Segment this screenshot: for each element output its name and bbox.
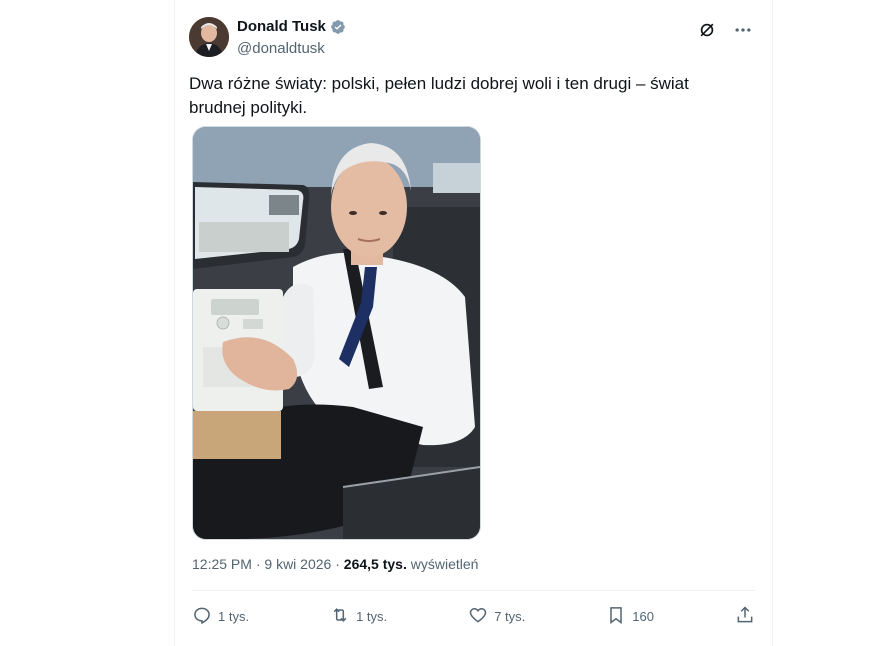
share-icon bbox=[735, 605, 755, 628]
bookmark-button[interactable]: 160 bbox=[606, 605, 654, 628]
like-count: 7 tys. bbox=[494, 608, 526, 624]
meta-separator: · bbox=[331, 556, 344, 572]
repost-count: 1 tys. bbox=[356, 608, 388, 624]
more-icon[interactable] bbox=[732, 19, 754, 41]
reply-icon bbox=[192, 605, 212, 628]
tweet-top-actions bbox=[696, 19, 754, 41]
tweet-text: Dwa różne światy: polski, pełen ludzi do… bbox=[189, 74, 689, 117]
meta-separator: · bbox=[251, 556, 265, 572]
author-handle[interactable]: @donaldtusk bbox=[237, 40, 325, 57]
verified-badge-icon[interactable] bbox=[330, 19, 346, 35]
tweet-actions: 1 tys. 1 tys. 7 tys. 160 bbox=[192, 602, 755, 630]
repost-icon bbox=[330, 605, 350, 628]
bookmark-icon bbox=[606, 605, 626, 628]
share-button[interactable] bbox=[735, 605, 755, 628]
repost-button[interactable]: 1 tys. bbox=[330, 605, 387, 628]
divider bbox=[192, 590, 755, 591]
tweet-date[interactable]: 9 kwi 2026 bbox=[264, 556, 331, 572]
tweet-card: Donald Tusk @donaldtusk Dwa różne światy… bbox=[174, 0, 773, 646]
tweet-time[interactable]: 12:25 PM bbox=[192, 556, 252, 572]
tweet-meta: 12:25 PM · 9 kwi 2026 · 264,5 tys. wyświ… bbox=[192, 556, 478, 572]
avatar[interactable] bbox=[189, 17, 229, 57]
reply-count: 1 tys. bbox=[218, 608, 250, 624]
bookmark-count: 160 bbox=[632, 608, 654, 624]
reply-button[interactable]: 1 tys. bbox=[192, 605, 249, 628]
author-name[interactable]: Donald Tusk bbox=[237, 18, 326, 35]
grok-icon[interactable] bbox=[696, 19, 718, 41]
views-label: wyświetleń bbox=[406, 556, 479, 572]
views-count: 264,5 tys. bbox=[343, 556, 407, 572]
tweet-video[interactable] bbox=[192, 126, 481, 540]
like-button[interactable]: 7 tys. bbox=[468, 605, 525, 628]
heart-icon bbox=[468, 605, 488, 628]
author-name-row: Donald Tusk bbox=[237, 18, 346, 35]
